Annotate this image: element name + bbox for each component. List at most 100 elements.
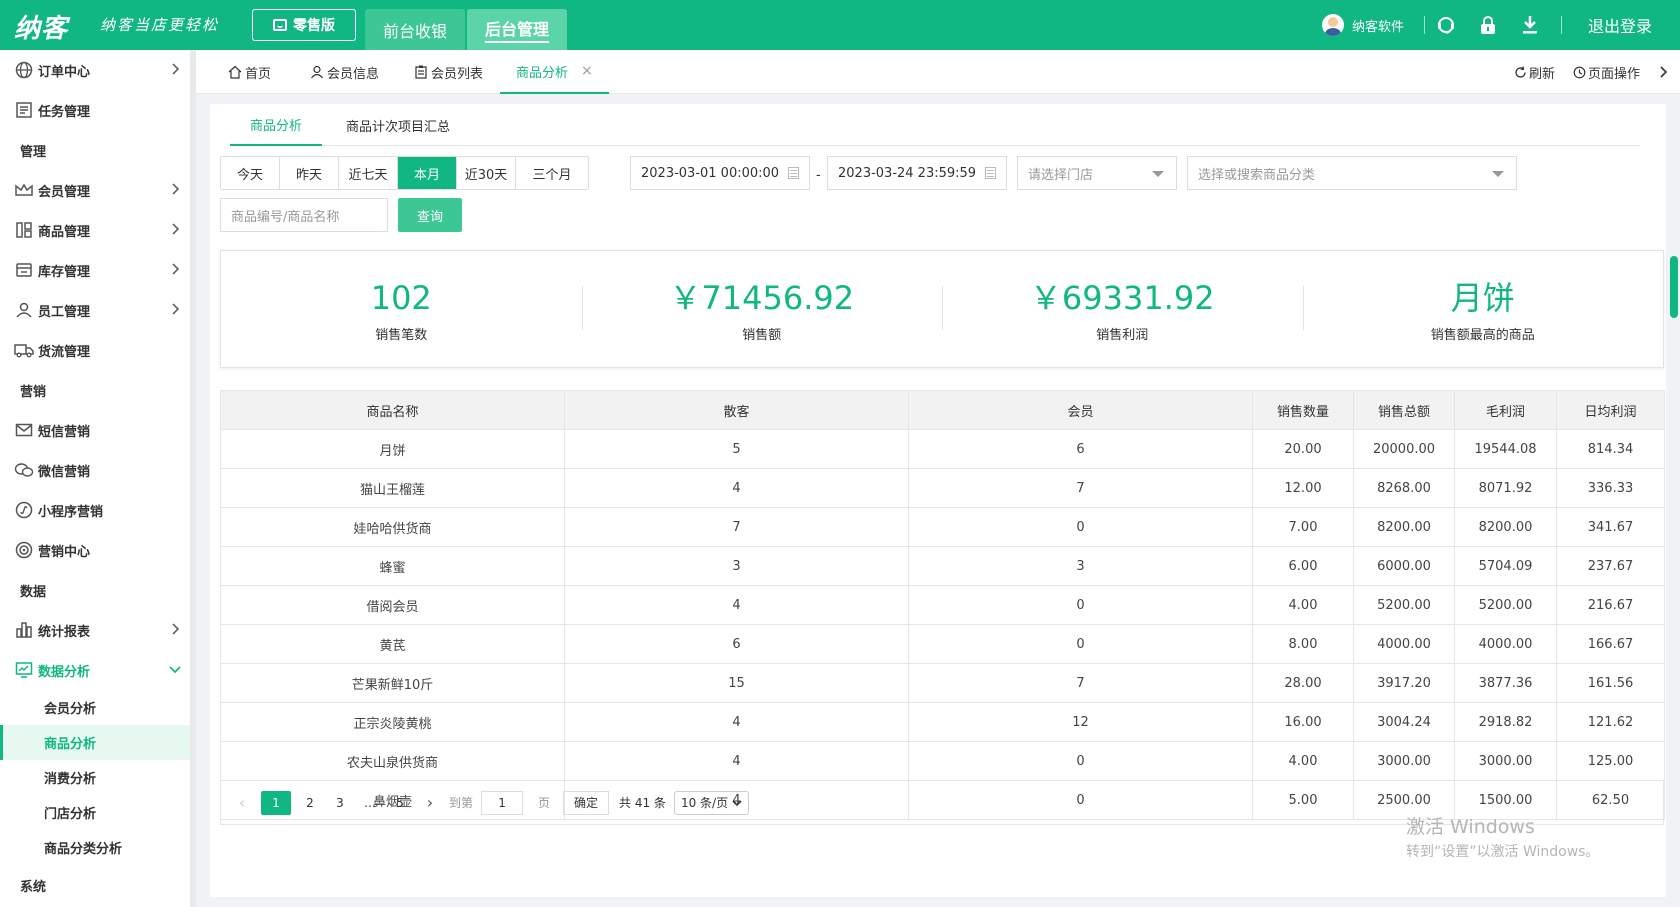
product-analysis-table: 商品名称 散客 会员 销售数量 销售总额 毛利润 日均利润 月饼 5 6 20.00 2…	[220, 390, 1665, 820]
goto-confirm-button[interactable]: 确定	[563, 790, 610, 815]
sidebar-sub-store-analysis[interactable]: 门店分析	[0, 795, 190, 830]
user-menu[interactable]: 纳客软件	[1321, 14, 1424, 36]
page-tab-label: 会员信息	[327, 66, 380, 82]
column-header[interactable]: 日均利润	[1556, 390, 1665, 430]
table-row[interactable]: 蜂蜜 3 3 6.00 6000.00 5704.09 237.67	[220, 546, 1665, 586]
stat-label: 销售额最高的商品	[1430, 327, 1535, 343]
sidebar-item-logistics[interactable]: 货流管理	[0, 330, 190, 370]
cell: 20.00	[1252, 429, 1354, 469]
sidebar-item-label: 商品管理	[38, 224, 91, 240]
sidebar-item-orders[interactable]: 订单中心	[0, 50, 190, 90]
subtab-product-analysis[interactable]: 商品分析	[230, 104, 323, 146]
sidebar-sub-consumption-analysis[interactable]: 消费分析	[0, 760, 190, 795]
page-tab-member-list[interactable]: 会员列表	[414, 50, 483, 94]
retail-edition-label: 零售版	[293, 18, 335, 34]
page-scrollbar[interactable]	[1670, 256, 1678, 318]
table-row[interactable]: 芒果新鲜10斤 15 7 28.00 3917.20 3877.36 161.56	[220, 663, 1665, 703]
sidebar-item-staff[interactable]: 员工管理	[0, 290, 190, 330]
table-row[interactable]: 猫山王榴莲 4 7 12.00 8268.00 8071.92 336.33	[220, 468, 1665, 508]
stat-sales-profit: ￥69331.92 销售利润	[942, 276, 1303, 343]
table-row[interactable]: 娃哈哈供货商 7 0 7.00 8200.00 8200.00 341.67	[220, 507, 1665, 547]
cell: 4.00	[1252, 585, 1354, 625]
tab-front-cashier[interactable]: 前台收银	[365, 9, 466, 50]
category-select[interactable]: 选择或搜索商品分类	[1187, 156, 1517, 190]
page-tab-product-analysis[interactable]: 商品分析 ×	[500, 50, 609, 94]
cell: 20000.00	[1353, 429, 1455, 469]
sidebar-sub-category-analysis[interactable]: 商品分类分析	[0, 830, 190, 865]
cell: 6	[908, 429, 1253, 469]
page-number[interactable]: 3	[329, 792, 351, 814]
page-tab-home[interactable]: 首页	[228, 50, 271, 94]
next-page-icon[interactable]: ›	[419, 792, 441, 814]
range-3months-button[interactable]: 三个月	[516, 157, 588, 189]
keyword-input[interactable]: 商品编号/商品名称	[220, 198, 388, 232]
start-date-input[interactable]: 2023-03-01 00:00:00	[630, 156, 810, 190]
column-header[interactable]: 毛利润	[1454, 390, 1557, 430]
stat-value: ￥69331.92	[1029, 278, 1215, 317]
sidebar-item-label: 数据分析	[38, 664, 91, 680]
column-header[interactable]: 商品名称	[220, 390, 565, 430]
page-ops-button[interactable]: 页面操作	[1573, 63, 1640, 82]
logout-button[interactable]: 退出登录	[1562, 13, 1680, 37]
end-date-input[interactable]: 2023-03-24 23:59:59	[827, 156, 1007, 190]
page-number[interactable]: 1	[261, 790, 291, 815]
sidebar-item-members[interactable]: 会员管理	[0, 170, 190, 210]
sidebar-item-tasks[interactable]: 任务管理	[0, 90, 190, 130]
sidebar-item-sms[interactable]: 短信营销	[0, 410, 190, 450]
prev-page-icon[interactable]: ‹	[231, 792, 253, 814]
page-number[interactable]: 5	[389, 792, 411, 814]
sidebar-sub-member-analysis[interactable]: 会员分析	[0, 690, 190, 725]
cell: 娃哈哈供货商	[220, 507, 565, 547]
sidebar-item-wechat[interactable]: 微信营销	[0, 450, 190, 490]
sidebar-item-inventory[interactable]: 库存管理	[0, 250, 190, 290]
table-row[interactable]: 借阅会员 4 0 4.00 5200.00 5200.00 216.67	[220, 585, 1665, 625]
cell: 0	[908, 507, 1253, 547]
page-size-select[interactable]: 10 条/页	[673, 790, 750, 815]
range-30days-button[interactable]: 近30天	[457, 157, 516, 189]
subtab-count-items-summary[interactable]: 商品计次项目汇总	[326, 104, 470, 146]
cell: 4	[564, 741, 909, 781]
cell: 3	[564, 546, 909, 586]
store-select-placeholder: 请选择门店	[1028, 167, 1094, 183]
store-select[interactable]: 请选择门店	[1017, 156, 1177, 190]
table-row[interactable]: 月饼 5 6 20.00 20000.00 19544.08 814.34	[220, 429, 1665, 469]
download-icon[interactable]	[1509, 15, 1551, 35]
chevron-right-icon[interactable]	[1658, 65, 1670, 79]
sub-tabs: 商品分析 商品计次项目汇总	[230, 104, 1640, 146]
cell: 农夫山泉供货商	[220, 741, 565, 781]
sidebar-item-marketing-center[interactable]: 营销中心	[0, 530, 190, 570]
column-header[interactable]: 散客	[564, 390, 909, 430]
page-number[interactable]: 2	[299, 792, 321, 814]
cell: 月饼	[220, 429, 565, 469]
miniapp-icon	[14, 500, 34, 520]
retail-edition-button[interactable]: 零售版	[252, 9, 356, 41]
refresh-button[interactable]: 刷新	[1514, 63, 1555, 82]
lock-icon[interactable]	[1467, 15, 1509, 35]
column-header[interactable]: 销售数量	[1252, 390, 1354, 430]
table-row[interactable]: 正宗炎陵黄桃 4 12 16.00 3004.24 2918.82 121.62	[220, 702, 1665, 742]
close-icon[interactable]: ×	[581, 63, 593, 79]
range-this-month-button[interactable]: 本月	[398, 157, 457, 189]
table-row[interactable]: 黄芪 6 0 8.00 4000.00 4000.00 166.67	[220, 624, 1665, 664]
sidebar-item-data-analysis[interactable]: 数据分析	[0, 650, 190, 690]
sidebar-sub-product-analysis[interactable]: 商品分析	[0, 725, 190, 760]
sidebar-item-reports[interactable]: 统计报表	[0, 610, 190, 650]
sidebar-item-products[interactable]: 商品管理	[0, 210, 190, 250]
range-today-button[interactable]: 今天	[221, 157, 280, 189]
cell: 0	[908, 624, 1253, 664]
tab-back-office[interactable]: 后台管理	[467, 9, 568, 50]
sidebar-group-data: 数据	[20, 584, 47, 600]
column-header[interactable]: 会员	[908, 390, 1253, 430]
table-row[interactable]: 农夫山泉供货商 4 0 4.00 3000.00 3000.00 125.00	[220, 741, 1665, 781]
page-tab-member-info[interactable]: 会员信息	[310, 50, 379, 94]
column-header[interactable]: 销售总额	[1353, 390, 1455, 430]
chevron-right-icon	[172, 223, 180, 235]
sidebar-item-miniapp[interactable]: 小程序营销	[0, 490, 190, 530]
chevron-right-icon	[172, 263, 180, 275]
range-7days-button[interactable]: 近七天	[339, 157, 398, 189]
stats-panel: 102 销售笔数 ￥71456.92 销售额 ￥69331.92 销售利润 月饼…	[220, 250, 1664, 368]
range-yesterday-button[interactable]: 昨天	[280, 157, 339, 189]
support-icon[interactable]	[1425, 15, 1467, 35]
goto-page-input[interactable]: 1	[481, 790, 524, 815]
search-button[interactable]: 查询	[398, 198, 462, 232]
